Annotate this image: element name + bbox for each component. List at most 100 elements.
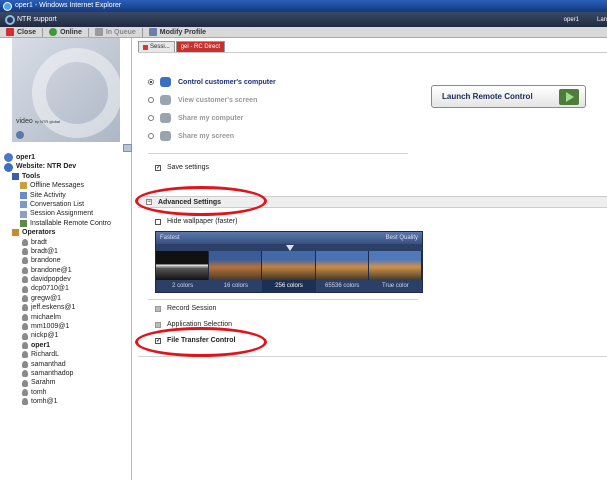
quality-option-label[interactable]: 65536 colors (316, 280, 369, 293)
annotation-oval-advanced (135, 186, 267, 216)
operator-icon (22, 332, 28, 340)
tree-operator-item[interactable]: oper1 (4, 341, 130, 350)
tool-icon (20, 219, 27, 227)
tree-website[interactable]: Website: NTR Dev (4, 162, 130, 172)
tree-operator-label: tomh@1 (31, 398, 58, 406)
tree-operator-item[interactable]: dcp0710@1 (4, 284, 130, 293)
mode-radio[interactable] (148, 115, 154, 121)
tree-operators[interactable]: Operators (4, 228, 130, 237)
tab-close-icon[interactable] (143, 44, 148, 50)
operator-icon (22, 370, 28, 378)
launch-remote-control-button[interactable]: Launch Remote Control (431, 85, 586, 108)
tree-operator-item[interactable]: bradt (4, 238, 130, 247)
record-session-checkbox[interactable]: Record Session (155, 305, 216, 312)
tab-rc-direct[interactable]: gel - RC Direct (175, 41, 226, 52)
mode-share-my-computer[interactable]: Share my computer (148, 109, 418, 127)
close-button[interactable]: Close (0, 28, 42, 36)
mode-selection: Control customer's computer View custome… (148, 73, 418, 145)
modify-profile-button[interactable]: Modify Profile (143, 28, 212, 36)
tree-operator-item[interactable]: gregw@1 (4, 294, 130, 303)
tree-operator-item[interactable]: samanthad (4, 360, 130, 369)
operator-icon (22, 257, 28, 265)
hide-wallpaper-checkbox[interactable]: Hide wallpaper (faster) (155, 218, 237, 225)
online-button[interactable]: Online (43, 28, 88, 36)
mode-label: Share my screen (178, 132, 235, 140)
operator-icon (22, 238, 28, 246)
close-button-label: Close (17, 28, 37, 36)
quality-thumb-256-colors[interactable] (262, 251, 316, 280)
mode-radio[interactable] (148, 97, 154, 103)
tree-operator-item[interactable]: tomh@1 (4, 397, 130, 406)
operator-icon (22, 379, 28, 387)
tree-operator-item[interactable]: Sarahm (4, 378, 130, 387)
in-queue-button[interactable]: In Queue (89, 28, 142, 36)
tree-operator-item[interactable]: nickp@1 (4, 331, 130, 340)
mode-view-customer-screen[interactable]: View customer's screen (148, 91, 418, 109)
quality-thumb-true-color[interactable] (368, 251, 423, 280)
quality-slider[interactable]: Fastest Best Quality 2 colors 16 colors 25… (155, 231, 423, 293)
operator-tree: oper1 Website: NTR Dev Tools Offline Mes… (4, 153, 130, 407)
mode-control-customer[interactable]: Control customer's computer (148, 73, 418, 91)
record-session-check[interactable] (155, 305, 161, 312)
tree-operator-item[interactable]: RichardL (4, 350, 130, 359)
operator-icon (22, 388, 28, 396)
operators-icon (12, 229, 19, 237)
sidebar-scroll-button[interactable] (123, 144, 132, 152)
view-screen-icon (160, 95, 171, 105)
tree-operator-label: brandone@1 (31, 266, 72, 274)
tools-icon (12, 172, 19, 180)
tree-operator-item[interactable]: brandone (4, 256, 130, 265)
quality-thumb-65536-colors[interactable] (315, 251, 369, 280)
quality-option-label[interactable]: 16 colors (209, 280, 262, 293)
quality-option-label[interactable]: 256 colors (262, 280, 316, 293)
mode-share-my-screen[interactable]: Share my screen (148, 127, 418, 145)
mode-radio[interactable] (148, 79, 154, 85)
quality-option-label[interactable]: True color (369, 280, 422, 293)
window-title: oper1 - Windows Internet Explorer (15, 2, 122, 9)
operator-icon (22, 285, 28, 293)
tree-tools[interactable]: Tools (4, 172, 130, 181)
tree-operator-item[interactable]: michaelm (4, 313, 130, 322)
people-icon[interactable] (16, 131, 24, 139)
tree-operator-item[interactable]: davidpopdev (4, 275, 130, 284)
mode-label: Control customer's computer (178, 78, 276, 86)
tree-tool-item[interactable]: Offline Messages (4, 181, 130, 190)
quality-option-label[interactable]: 2 colors (156, 280, 209, 293)
tree-tool-item[interactable]: Conversation List (4, 200, 130, 209)
close-icon (6, 28, 14, 36)
divider (148, 153, 408, 154)
tree-user[interactable]: oper1 (4, 153, 130, 163)
operator-icon (22, 342, 28, 349)
language-link[interactable]: Lan (597, 17, 607, 23)
tree-tool-label: Installable Remote Contro (30, 219, 111, 227)
tree-tool-item[interactable]: Session Assignment (4, 209, 130, 218)
quality-thumb-2-colors[interactable] (156, 251, 210, 280)
tree-operator-item[interactable]: tomh (4, 388, 130, 397)
save-settings-checkbox[interactable]: ✓ Save settings (155, 164, 209, 171)
tree-operator-item[interactable]: jeff.eskens@1 (4, 303, 130, 312)
user-icon (4, 153, 13, 163)
tree-operator-label: dcp0710@1 (31, 285, 69, 293)
ntr-logo: NTR support (5, 14, 57, 25)
tool-icon (20, 210, 27, 218)
mode-radio[interactable] (148, 133, 154, 139)
tree-tool-item[interactable]: Site Activity (4, 191, 130, 200)
save-settings-check[interactable]: ✓ (155, 164, 161, 171)
hide-wallpaper-check[interactable] (155, 218, 161, 225)
brand-bar: NTR support oper1 Lan (0, 12, 607, 27)
tree-operator-item[interactable]: brandone@1 (4, 266, 130, 275)
quality-labels: 2 colors 16 colors 256 colors 65536 colors T… (156, 280, 422, 293)
quality-thumb-16-colors[interactable] (209, 251, 263, 280)
tree-tool-item[interactable]: Installable Remote Contro (4, 219, 130, 228)
operator-icon (22, 276, 28, 284)
tree-operator-label: samanthad (31, 360, 66, 368)
tree-operator-item[interactable]: bradt@1 (4, 247, 130, 256)
tree-operator-label: gregw@1 (31, 294, 62, 302)
tree-operator-item[interactable]: mm1009@1 (4, 322, 130, 331)
video-panel: video by NTR global (12, 38, 120, 142)
tree-operator-item[interactable]: samanthadop (4, 369, 130, 378)
application-selection-check[interactable] (155, 321, 161, 328)
tab-sessions-label: Sessi... (150, 43, 170, 50)
profile-icon (148, 28, 157, 36)
tab-sessions[interactable]: Sessi... (138, 41, 175, 52)
